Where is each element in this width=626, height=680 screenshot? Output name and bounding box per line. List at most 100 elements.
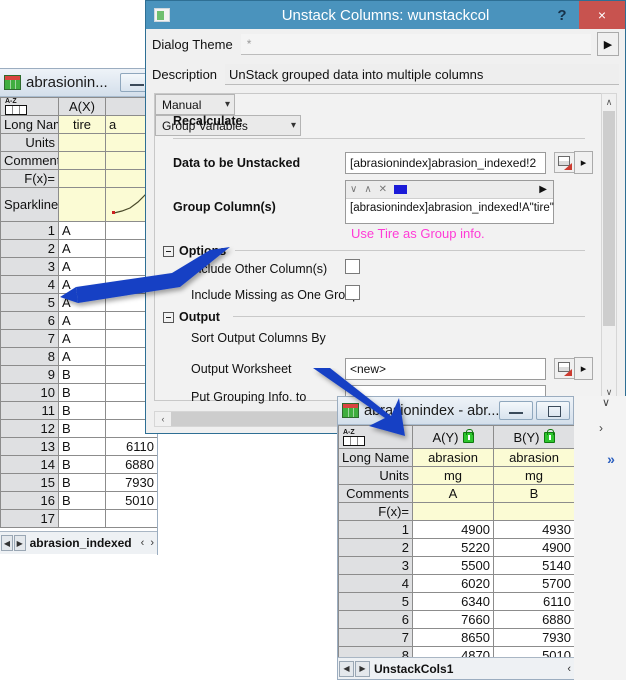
output-picker-icon[interactable] (554, 358, 575, 379)
cell-b[interactable]: 7930 (494, 629, 575, 647)
table-row[interactable]: 355005140 (339, 557, 575, 575)
table-row[interactable]: 252204900 (339, 539, 575, 557)
table-row[interactable]: 13B6110 (1, 438, 158, 456)
sheet-tab-abrasion-indexed[interactable]: abrasion_indexed (30, 536, 138, 550)
outer-scroll-down-icon[interactable]: ∨ (597, 396, 615, 409)
cell-a[interactable]: 6340 (413, 593, 494, 611)
left-worksheet-titlebar[interactable]: abrasionin... (0, 69, 157, 97)
cell-a[interactable]: 6020 (413, 575, 494, 593)
data-menu-button[interactable]: ▸ (574, 151, 593, 174)
collapse-icon-options[interactable] (163, 246, 174, 257)
result-long-name-b[interactable]: abrasion (494, 449, 575, 467)
cell-a[interactable]: 5500 (413, 557, 494, 575)
table-row[interactable]: 11B (1, 402, 158, 420)
table-row[interactable]: 15B7930 (1, 474, 158, 492)
tab-scroll-right[interactable]: › (147, 537, 157, 549)
include-other-columns-checkbox[interactable] (345, 259, 360, 274)
tab-next-button[interactable]: ▶ (14, 535, 26, 551)
result-tab-prev-button[interactable]: ◀ (339, 661, 354, 677)
table-row[interactable]: 676606880 (339, 611, 575, 629)
expand-panel-icon[interactable]: » (600, 448, 622, 470)
sort-az-icon[interactable]: A-Z (1, 98, 59, 116)
delete-icon[interactable]: ✕ (379, 184, 387, 195)
table-row[interactable]: 17 (1, 510, 158, 528)
cell-a[interactable]: 7660 (413, 611, 494, 629)
column-header-a[interactable]: A(X) (59, 98, 106, 116)
cell-a[interactable]: 8650 (413, 629, 494, 647)
dialog-vertical-scrollbar[interactable]: ∧ ∨ (601, 93, 617, 401)
maximize-icon[interactable] (536, 401, 570, 420)
sheet-tab-unstackcols1[interactable]: UnstackCols1 (374, 662, 459, 676)
cell-b[interactable]: 6880 (494, 611, 575, 629)
description-input[interactable]: UnStack grouped data into multiple colum… (225, 64, 619, 85)
cell-a[interactable]: A (59, 258, 106, 276)
cell-a[interactable]: B (59, 366, 106, 384)
cell-a[interactable]: B (59, 420, 106, 438)
table-row[interactable]: 2A (1, 240, 158, 258)
cell-b[interactable]: 5010 (494, 647, 575, 658)
cell-b[interactable] (106, 510, 158, 528)
group-expand-icon[interactable]: ▶ (539, 184, 547, 195)
minimize-icon[interactable] (499, 401, 533, 420)
units-a[interactable] (59, 134, 106, 152)
cell-a[interactable]: 4900 (413, 521, 494, 539)
dialog-theme-input[interactable]: * (241, 34, 591, 55)
table-row[interactable]: 1A (1, 222, 158, 240)
table-row[interactable]: 10B (1, 384, 158, 402)
result-units-a[interactable]: mg (413, 467, 494, 485)
lock-icon[interactable] (544, 432, 555, 443)
result-worksheet-titlebar[interactable]: abrasionindex - abr... (338, 397, 573, 425)
output-worksheet-input[interactable]: <new> (345, 358, 546, 380)
comments-a[interactable] (59, 152, 106, 170)
table-row[interactable]: 8A (1, 348, 158, 366)
table-row[interactable]: 7A (1, 330, 158, 348)
table-row[interactable]: 460205700 (339, 575, 575, 593)
table-row[interactable]: 3A (1, 258, 158, 276)
data-picker-icon[interactable] (554, 152, 575, 173)
select-column-icon[interactable] (394, 185, 407, 194)
scroll-thumb[interactable] (603, 111, 615, 326)
output-section-header[interactable]: Output (163, 310, 226, 324)
collapse-icon-output[interactable] (163, 312, 174, 323)
table-row[interactable]: 4A (1, 276, 158, 294)
table-row[interactable]: 563406110 (339, 593, 575, 611)
result-tab-next-button[interactable]: ▶ (355, 661, 370, 677)
cell-b[interactable]: 4930 (494, 521, 575, 539)
cell-a[interactable]: B (59, 384, 106, 402)
cell-a[interactable]: A (59, 312, 106, 330)
tab-scroll-left[interactable]: ‹ (138, 537, 148, 549)
output-menu-button[interactable]: ▸ (574, 357, 593, 380)
cell-a[interactable]: 5220 (413, 539, 494, 557)
recalculate-select[interactable]: Manual ▾ (155, 94, 235, 115)
sort-az-icon[interactable]: A-Z (339, 426, 413, 449)
cell-a[interactable]: A (59, 330, 106, 348)
table-row[interactable]: 786507930 (339, 629, 575, 647)
cell-a[interactable]: B (59, 402, 106, 420)
cell-b[interactable]: 4900 (494, 539, 575, 557)
cell-b[interactable]: 6880 (106, 456, 158, 474)
cell-a[interactable] (59, 510, 106, 528)
move-down-icon[interactable]: ∨ (350, 184, 357, 195)
tab-prev-button[interactable]: ◀ (1, 535, 13, 551)
table-row[interactable]: 14B6880 (1, 456, 158, 474)
cell-a[interactable]: A (59, 222, 106, 240)
cell-a[interactable]: B (59, 456, 106, 474)
result-comments-a[interactable]: A (413, 485, 494, 503)
cell-a[interactable]: A (59, 240, 106, 258)
cell-a[interactable]: B (59, 474, 106, 492)
left-worksheet-grid-area[interactable]: A-Z A(X) Long Name tire a Units (0, 97, 157, 555)
cell-b[interactable]: 6110 (494, 593, 575, 611)
cell-a[interactable]: B (59, 438, 106, 456)
table-row[interactable]: 9B (1, 366, 158, 384)
long-name-a[interactable]: tire (59, 116, 106, 134)
sparkline-a[interactable] (59, 188, 106, 222)
table-row[interactable]: 16B5010 (1, 492, 158, 510)
cell-b[interactable]: 5010 (106, 492, 158, 510)
result-long-name-a[interactable]: abrasion (413, 449, 494, 467)
cell-a[interactable]: A (59, 276, 106, 294)
cell-b[interactable]: 5700 (494, 575, 575, 593)
cell-a[interactable]: 4870 (413, 647, 494, 658)
hscroll-left-icon[interactable]: ‹ (155, 414, 171, 424)
table-row[interactable]: 149004930 (339, 521, 575, 539)
move-up-icon[interactable]: ∧ (364, 184, 371, 195)
